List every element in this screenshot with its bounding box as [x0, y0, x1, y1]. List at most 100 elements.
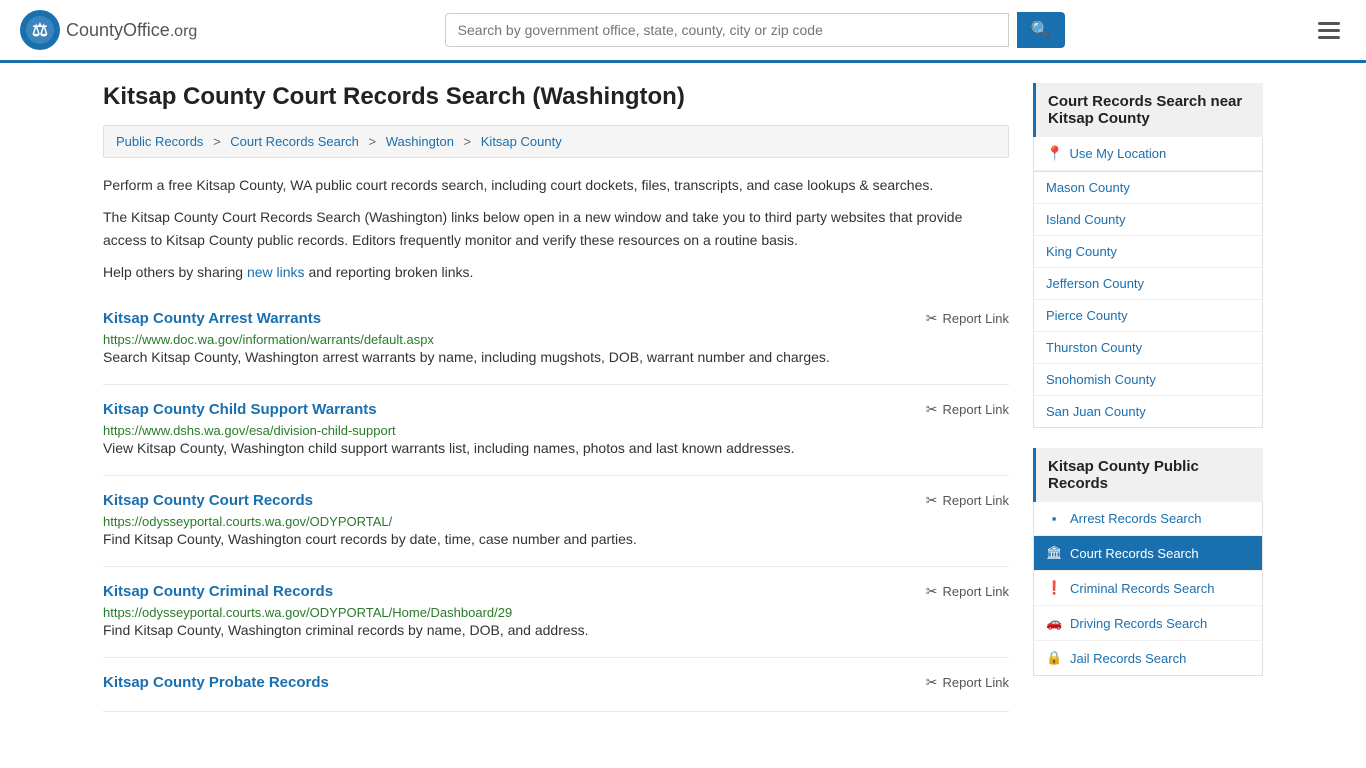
nearby-county-link[interactable]: Mason County: [1034, 172, 1262, 203]
report-link-0[interactable]: ✂ Report Link: [926, 310, 1009, 327]
nearby-county-item[interactable]: King County: [1034, 236, 1262, 268]
record-url[interactable]: https://www.doc.wa.gov/information/warra…: [103, 332, 434, 347]
new-links-link[interactable]: new links: [247, 264, 305, 280]
record-description: View Kitsap County, Washington child sup…: [103, 438, 1009, 459]
public-records-list: ▪ Arrest Records Search 🏛 Court Records …: [1033, 502, 1263, 676]
report-link-label: Report Link: [943, 311, 1009, 326]
pub-rec-icon: 🏛: [1046, 545, 1062, 561]
use-location-item[interactable]: 📍 Use My Location: [1034, 137, 1262, 171]
use-location-btn[interactable]: 📍 Use My Location: [1034, 137, 1262, 171]
nearby-counties: Mason CountyIsland CountyKing CountyJeff…: [1033, 172, 1263, 428]
pub-rec-link[interactable]: 🚗 Driving Records Search: [1034, 606, 1262, 640]
pub-rec-item[interactable]: ❗ Criminal Records Search: [1034, 571, 1262, 606]
nearby-county-link[interactable]: Pierce County: [1034, 300, 1262, 331]
record-description: Search Kitsap County, Washington arrest …: [103, 347, 1009, 368]
record-title-link[interactable]: Kitsap County Court Records: [103, 492, 313, 509]
nearby-county-item[interactable]: Island County: [1034, 204, 1262, 236]
pub-rec-icon: ❗: [1046, 580, 1062, 596]
record-header: Kitsap County Arrest Warrants ✂ Report L…: [103, 310, 1009, 327]
logo-name: CountyOffice: [66, 20, 170, 40]
nearby-county-link[interactable]: San Juan County: [1034, 396, 1262, 427]
report-link-label: Report Link: [943, 584, 1009, 599]
scissors-icon: ✂: [926, 401, 938, 418]
breadcrumb-public-records[interactable]: Public Records: [116, 134, 203, 149]
records-list: Kitsap County Arrest Warrants ✂ Report L…: [103, 294, 1009, 712]
public-records-section: Kitsap County Public Records ▪ Arrest Re…: [1033, 448, 1263, 676]
record-url[interactable]: https://odysseyportal.courts.wa.gov/ODYP…: [103, 605, 512, 620]
record-title-link[interactable]: Kitsap County Criminal Records: [103, 583, 333, 600]
nearby-county-link[interactable]: Snohomish County: [1034, 364, 1262, 395]
nearby-list: 📍 Use My Location: [1033, 137, 1263, 172]
pub-rec-label: Arrest Records Search: [1070, 511, 1202, 526]
record-item: Kitsap County Arrest Warrants ✂ Report L…: [103, 294, 1009, 385]
logo-text: CountyOffice.org: [66, 20, 197, 41]
breadcrumb-washington[interactable]: Washington: [386, 134, 454, 149]
breadcrumb-sep2: >: [369, 134, 377, 149]
pub-rec-label: Jail Records Search: [1070, 651, 1186, 666]
svg-text:⚖: ⚖: [32, 20, 48, 40]
nearby-county-link[interactable]: Island County: [1034, 204, 1262, 235]
logo[interactable]: ⚖ CountyOffice.org: [20, 10, 197, 50]
content-area: Kitsap County Court Records Search (Wash…: [103, 83, 1009, 712]
sidebar: Court Records Search near Kitsap County …: [1033, 83, 1263, 712]
search-bar: 🔍: [445, 12, 1065, 48]
nearby-county-link[interactable]: King County: [1034, 236, 1262, 267]
record-header: Kitsap County Probate Records ✂ Report L…: [103, 674, 1009, 691]
scissors-icon: ✂: [926, 583, 938, 600]
description-3: Help others by sharing new links and rep…: [103, 261, 1009, 283]
nearby-title: Court Records Search near Kitsap County: [1033, 83, 1263, 137]
pub-rec-icon: ▪: [1046, 511, 1062, 526]
record-title-link[interactable]: Kitsap County Arrest Warrants: [103, 310, 321, 327]
record-description: Find Kitsap County, Washington criminal …: [103, 620, 1009, 641]
record-header: Kitsap County Court Records ✂ Report Lin…: [103, 492, 1009, 509]
description-2: The Kitsap County Court Records Search (…: [103, 206, 1009, 251]
pub-rec-link[interactable]: 🏛 Court Records Search: [1034, 536, 1262, 570]
menu-icon-line2: [1318, 29, 1340, 32]
scissors-icon: ✂: [926, 310, 938, 327]
report-link-label: Report Link: [943, 493, 1009, 508]
pub-rec-item[interactable]: ▪ Arrest Records Search: [1034, 502, 1262, 536]
report-link-label: Report Link: [943, 675, 1009, 690]
main-container: Kitsap County Court Records Search (Wash…: [83, 63, 1283, 732]
search-input[interactable]: [445, 13, 1009, 47]
pub-rec-label: Criminal Records Search: [1070, 581, 1215, 596]
search-button[interactable]: 🔍: [1017, 12, 1065, 48]
pub-rec-link[interactable]: ❗ Criminal Records Search: [1034, 571, 1262, 605]
report-link-2[interactable]: ✂ Report Link: [926, 492, 1009, 509]
report-link-label: Report Link: [943, 402, 1009, 417]
report-link-3[interactable]: ✂ Report Link: [926, 583, 1009, 600]
breadcrumb-court-records[interactable]: Court Records Search: [230, 134, 359, 149]
record-item: Kitsap County Child Support Warrants ✂ R…: [103, 385, 1009, 476]
nearby-county-link[interactable]: Thurston County: [1034, 332, 1262, 363]
nearby-county-item[interactable]: Mason County: [1034, 172, 1262, 204]
menu-button[interactable]: [1312, 16, 1346, 45]
pub-rec-item[interactable]: 🔒 Jail Records Search: [1034, 641, 1262, 675]
pub-rec-label: Court Records Search: [1070, 546, 1199, 561]
record-url[interactable]: https://odysseyportal.courts.wa.gov/ODYP…: [103, 514, 392, 529]
breadcrumb-sep3: >: [464, 134, 472, 149]
scissors-icon: ✂: [926, 492, 938, 509]
menu-icon-line1: [1318, 22, 1340, 25]
page-title: Kitsap County Court Records Search (Wash…: [103, 83, 1009, 111]
pub-rec-link[interactable]: ▪ Arrest Records Search: [1034, 502, 1262, 535]
scissors-icon: ✂: [926, 674, 938, 691]
nearby-county-item[interactable]: Jefferson County: [1034, 268, 1262, 300]
record-url[interactable]: https://www.dshs.wa.gov/esa/division-chi…: [103, 423, 396, 438]
nearby-county-item[interactable]: Thurston County: [1034, 332, 1262, 364]
description-1: Perform a free Kitsap County, WA public …: [103, 174, 1009, 196]
breadcrumb: Public Records > Court Records Search > …: [103, 125, 1009, 158]
pub-rec-link[interactable]: 🔒 Jail Records Search: [1034, 641, 1262, 675]
record-item: Kitsap County Court Records ✂ Report Lin…: [103, 476, 1009, 567]
report-link-1[interactable]: ✂ Report Link: [926, 401, 1009, 418]
nearby-county-link[interactable]: Jefferson County: [1034, 268, 1262, 299]
record-title-link[interactable]: Kitsap County Probate Records: [103, 674, 329, 691]
record-title-link[interactable]: Kitsap County Child Support Warrants: [103, 401, 377, 418]
breadcrumb-kitsap[interactable]: Kitsap County: [481, 134, 562, 149]
location-icon: 📍: [1046, 145, 1063, 162]
nearby-county-item[interactable]: Pierce County: [1034, 300, 1262, 332]
nearby-county-item[interactable]: Snohomish County: [1034, 364, 1262, 396]
pub-rec-item[interactable]: 🏛 Court Records Search: [1034, 536, 1262, 571]
pub-rec-item[interactable]: 🚗 Driving Records Search: [1034, 606, 1262, 641]
report-link-4[interactable]: ✂ Report Link: [926, 674, 1009, 691]
nearby-county-item[interactable]: San Juan County: [1034, 396, 1262, 427]
